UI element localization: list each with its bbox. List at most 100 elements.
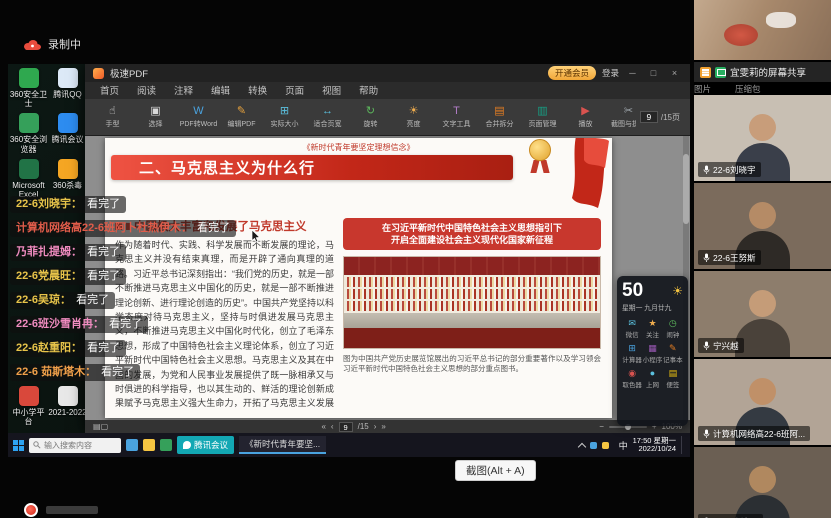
red-flag-decoration bbox=[548, 138, 610, 228]
widget-tool[interactable]: ● 上网 bbox=[642, 368, 662, 389]
participant-tile[interactable]: 宁兴越 bbox=[694, 271, 831, 357]
panel-toggle-icons: ▤▢ bbox=[93, 422, 108, 431]
ribbon-tab[interactable]: 阅读 bbox=[128, 81, 165, 99]
desktop-icon[interactable]: 2021-2022 bbox=[48, 386, 87, 426]
desktop-icon[interactable]: 360安全卫士 bbox=[9, 68, 48, 108]
toolbar-button[interactable]: ✂ 截图与提取 bbox=[607, 105, 636, 129]
taskbar-app-icon[interactable] bbox=[160, 439, 172, 451]
widget-tool[interactable]: ✉ 微信 bbox=[622, 318, 642, 339]
toolbar-button[interactable]: ▶ 播放 bbox=[564, 105, 607, 129]
widget-tool[interactable]: ◷ 闹钟 bbox=[663, 318, 683, 339]
scrollbar-thumb[interactable] bbox=[683, 154, 689, 224]
show-desktop-button[interactable] bbox=[681, 436, 685, 454]
desktop-icon[interactable]: 腾讯会议 bbox=[48, 113, 87, 153]
file-type-label[interactable]: 压缩包 bbox=[735, 83, 761, 95]
tray-app-icon[interactable] bbox=[602, 442, 609, 449]
close-button[interactable]: × bbox=[667, 68, 682, 78]
widget-tool[interactable]: ✎ 记事本 bbox=[663, 343, 683, 364]
tray-app-icon[interactable] bbox=[590, 442, 597, 449]
desktop-icon[interactable]: Microsoft Excel 2010 bbox=[9, 159, 48, 201]
widget-tool-icon: ✉ bbox=[628, 318, 636, 328]
input-method-indicator-cn[interactable]: 中 bbox=[619, 439, 628, 452]
participant-tile[interactable]: 计算机网络高22-6班阿... bbox=[694, 359, 831, 445]
toolbar-button[interactable]: ↔ 适合页宽 bbox=[306, 105, 349, 129]
minimize-button[interactable]: ─ bbox=[625, 68, 640, 78]
participant-head bbox=[749, 114, 776, 141]
toolbar-button[interactable]: T 文字工具 bbox=[435, 105, 478, 129]
widget-tool[interactable]: ★ 关注 bbox=[642, 318, 662, 339]
recording-indicator[interactable]: 录制中 bbox=[22, 36, 81, 52]
participant-head bbox=[749, 202, 776, 229]
zoom-out-button[interactable]: − bbox=[599, 422, 604, 431]
toolbar-button[interactable]: ☝ 手型 bbox=[91, 105, 134, 129]
widget-tool[interactable]: ▤ 便签 bbox=[663, 368, 683, 389]
pdf-titlebar[interactable]: 极速PDF 开通会员 登录 ─ □ × bbox=[85, 64, 690, 82]
vip-button[interactable]: 开通会员 bbox=[548, 66, 596, 80]
widget-tool[interactable]: ▦ 小程序 bbox=[642, 343, 662, 364]
taskbar-clock[interactable]: 17:50 星期一 2022/10/24 bbox=[633, 437, 676, 454]
toolbar-button[interactable]: ✎ 编辑PDF bbox=[220, 105, 263, 129]
last-page-button[interactable]: » bbox=[381, 422, 385, 431]
status-page-input[interactable]: 9 bbox=[339, 422, 353, 432]
toolbar-button[interactable]: ☀ 亮度 bbox=[392, 105, 435, 129]
desktop-icon[interactable]: 360杀毒 bbox=[48, 159, 87, 201]
ribbon-tab[interactable]: 注释 bbox=[165, 81, 202, 99]
chat-text: 看完了 bbox=[109, 318, 142, 330]
desktop-icon[interactable]: 360安全浏览器 bbox=[9, 113, 48, 153]
maximize-button[interactable]: □ bbox=[646, 68, 661, 78]
slide-title: 二、马克思主义为什么行 bbox=[139, 157, 315, 178]
screen-share-banner[interactable]: 宜雯莉的屏幕共享 bbox=[694, 62, 831, 82]
taskbar-folder-icon[interactable] bbox=[143, 439, 155, 451]
widget-tool[interactable]: ⊞ 计算器 bbox=[622, 343, 642, 364]
desktop-icon[interactable]: 中小学平台 bbox=[9, 386, 48, 426]
partial-app-text bbox=[46, 506, 98, 514]
partial-app-icon[interactable] bbox=[24, 503, 38, 517]
participant-tile-partial[interactable] bbox=[694, 0, 831, 60]
mic-icon bbox=[703, 429, 710, 439]
chat-sender: 22-6赵重阳： bbox=[16, 342, 82, 354]
taskbar-document-button[interactable]: 《新时代青年要坚... bbox=[239, 436, 326, 454]
chat-overlay: 22-6刘晓宇： 看完了 计算机网络高22-6班阿卜杜热伊木： 看完了 乃菲扎提… bbox=[10, 196, 236, 388]
toolbar-button[interactable]: ▣ 选择 bbox=[134, 105, 177, 129]
desktop-icon-image bbox=[58, 159, 78, 179]
participant-tile[interactable]: 22-6刘晓宇 bbox=[694, 95, 831, 181]
ribbon-tab[interactable]: 编辑 bbox=[202, 81, 239, 99]
toolbar-button[interactable]: ▥ 页面管理 bbox=[521, 105, 564, 129]
widget-tool[interactable]: ◉ 取色器 bbox=[622, 368, 642, 389]
ribbon-tab[interactable]: 首页 bbox=[91, 81, 128, 99]
toolbar-button[interactable]: ⊞ 实际大小 bbox=[263, 105, 306, 129]
taskbar-search[interactable]: 输入搜索内容 bbox=[29, 438, 121, 453]
toolbar-button[interactable]: ↻ 旋转 bbox=[349, 105, 392, 129]
page-input[interactable]: 9 bbox=[640, 111, 658, 123]
toolbar-buttons: ☝ 手型 ▣ 选择 W PDF转Word bbox=[91, 105, 636, 129]
ribbon-tab[interactable]: 帮助 bbox=[350, 81, 387, 99]
taskbar-app-icon[interactable] bbox=[126, 439, 138, 451]
file-type-label[interactable]: 图片 bbox=[694, 83, 711, 95]
tray-expand-icon[interactable] bbox=[577, 442, 585, 450]
widget-tool-label: 取色器 bbox=[622, 379, 642, 389]
desktop-icon[interactable]: 腾讯QQ bbox=[48, 68, 87, 108]
ribbon-tab[interactable]: 转换 bbox=[239, 81, 276, 99]
emblem-ribbon bbox=[530, 160, 539, 173]
chat-message: 22-6党晨旺： 看完了 bbox=[10, 268, 126, 285]
prev-page-button[interactable]: ‹ bbox=[331, 422, 334, 431]
toolbar-button-label: 手型 bbox=[106, 119, 120, 129]
ribbon-tab[interactable]: 视图 bbox=[313, 81, 350, 99]
video-decor bbox=[724, 24, 758, 46]
desktop-widget-panel[interactable]: 50 ☀ 星期一 九月廿九 ✉ 微信 ★ 关注 bbox=[617, 276, 688, 426]
pdf-app-logo-icon bbox=[93, 68, 104, 79]
login-button[interactable]: 登录 bbox=[602, 67, 619, 79]
panel-toggle-icon[interactable]: ▢ bbox=[101, 422, 109, 431]
toolbar-button[interactable]: ▤ 合并拆分 bbox=[478, 105, 521, 129]
taskbar-meeting-button[interactable]: 腾讯会议 bbox=[177, 436, 234, 454]
next-page-button[interactable]: › bbox=[374, 422, 377, 431]
pdf-app-name: 极速PDF bbox=[110, 66, 148, 80]
chat-text: 看完了 bbox=[101, 366, 134, 378]
ribbon-tab[interactable]: 页面 bbox=[276, 81, 313, 99]
panel-toggle-icon[interactable]: ▤ bbox=[93, 422, 101, 431]
start-button[interactable] bbox=[13, 440, 24, 451]
first-page-button[interactable]: « bbox=[321, 422, 325, 431]
participant-tile[interactable]: 22-6王努斯 bbox=[694, 183, 831, 269]
toolbar-button[interactable]: W PDF转Word bbox=[177, 105, 220, 129]
participant-tile[interactable]: 22 -6张涛川 bbox=[694, 447, 831, 518]
